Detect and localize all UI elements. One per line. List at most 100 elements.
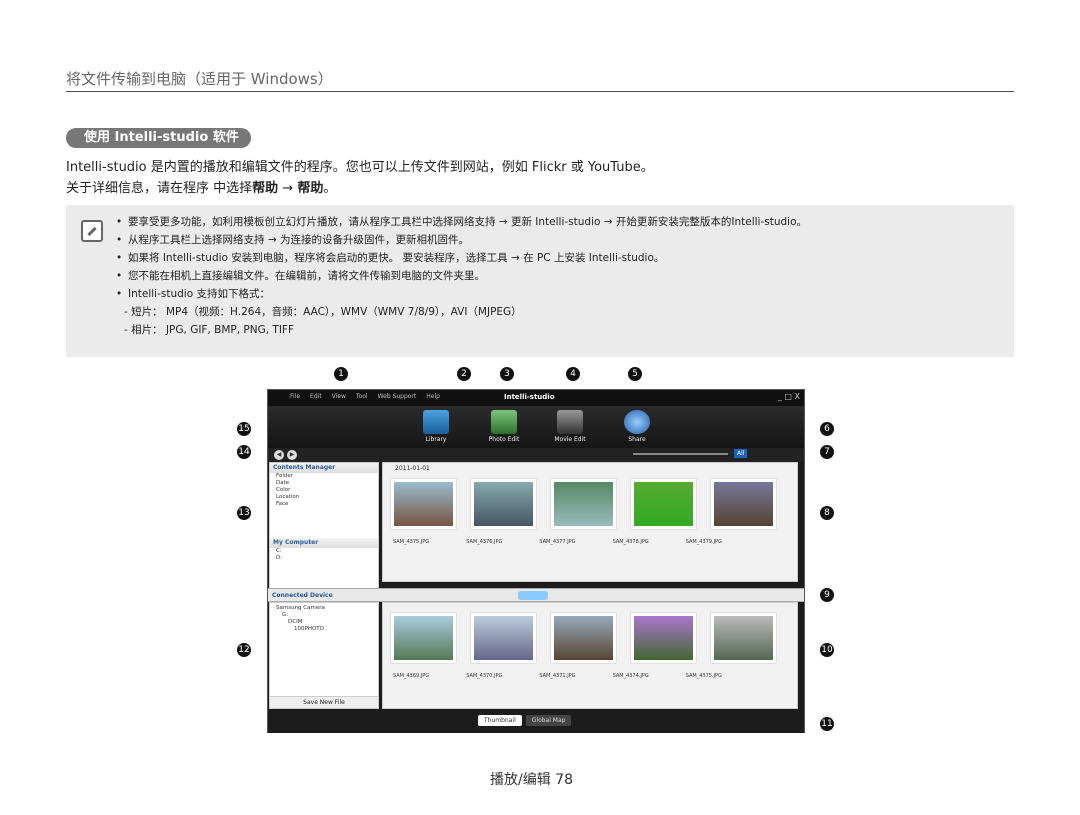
filename: SAM_4376.JPG <box>466 539 503 545</box>
view-tabs: Thumbnail Global Map <box>478 715 572 726</box>
page-footer: 播放/编辑 78 <box>490 772 573 788</box>
window-controls[interactable]: _ □ X <box>778 392 800 401</box>
menu-view[interactable]: View <box>332 393 346 400</box>
thumbnail[interactable] <box>551 479 616 529</box>
device-folder-100photo[interactable]: 100PHOTO <box>276 626 378 633</box>
contents-tree: Folder Date Color Location Face <box>270 473 378 508</box>
photo-edit-icon <box>491 410 517 434</box>
filename: SAM_4374.JPG <box>612 673 649 679</box>
connected-device-title: Connected Device <box>272 592 333 599</box>
note-icon <box>81 220 103 242</box>
callout-9: 9 <box>820 588 834 602</box>
app-brand: Intelli-studio <box>504 393 555 401</box>
tab-thumbnail[interactable]: Thumbnail <box>478 715 522 726</box>
callout-2: 2 <box>457 367 471 381</box>
note-subitem: - 短片： MP4（视频：H.264，音频：AAC），WMV（WMV 7/8/9… <box>124 306 522 318</box>
globe-icon <box>624 410 650 434</box>
movie-edit-icon <box>557 410 583 434</box>
view-all-button[interactable]: All <box>734 449 748 458</box>
my-computer-title: My Computer <box>270 538 378 548</box>
tree-item-folder[interactable]: Folder <box>276 473 378 480</box>
note-item: 如果将 Intelli-studio 安装到电脑，程序将会启动的更快。 要安装程… <box>116 249 807 267</box>
callout-3: 3 <box>500 367 514 381</box>
filename: SAM_4379.JPG <box>685 539 722 545</box>
thumbnail[interactable] <box>711 479 776 529</box>
intro-line-1: Intelli-studio 是内置的播放和编辑文件的程序。您也可以上传文件到网… <box>66 160 654 175</box>
filename-row: SAM_4375.JPG SAM_4376.JPG SAM_4377.JPG S… <box>383 539 797 545</box>
menu-edit[interactable]: Edit <box>310 393 322 400</box>
thumbnail[interactable] <box>631 613 696 663</box>
tree-item-location[interactable]: Location <box>276 494 378 501</box>
intro-line2-suffix: 。 <box>323 181 337 196</box>
thumbnail[interactable] <box>711 613 776 663</box>
callout-6: 6 <box>820 422 834 436</box>
toolbar: Library Photo Edit Movie Edit Share <box>268 406 804 448</box>
zoom-slider[interactable] <box>633 453 728 455</box>
title-bar: File Edit View Tool Web Support Help Int… <box>268 390 804 406</box>
device-drive[interactable]: G: <box>276 612 378 619</box>
menu-tool[interactable]: Tool <box>356 393 368 400</box>
menu-file[interactable]: File <box>290 393 300 400</box>
save-new-file-button[interactable]: Save New File <box>270 696 378 708</box>
note-item: 从程序工具栏上选择网络支持 → 为连接的设备升级固件，更新相机固件。 <box>116 231 807 249</box>
date-group-label: 2011-01-01 <box>395 465 430 472</box>
note-item: Intelli-studio 支持如下格式： <box>116 285 807 303</box>
drive-d[interactable]: D: <box>276 555 378 562</box>
callout-5: 5 <box>628 367 642 381</box>
device-tree: Samsung Camera G: DCIM 100PHOTO <box>270 603 378 633</box>
library-icon <box>423 410 449 434</box>
tab-global-map[interactable]: Global Map <box>525 715 572 726</box>
device-camera[interactable]: Samsung Camera <box>276 605 378 612</box>
device-folder-dcim[interactable]: DCIM <box>276 619 378 626</box>
notes-list: 要享受更多功能，如利用模板创立幻灯片播放，请从程序工具栏中选择网络支持 → 更新… <box>116 213 807 339</box>
tree-item-date[interactable]: Date <box>276 480 378 487</box>
photo-edit-button[interactable]: Photo Edit <box>486 410 522 446</box>
thumbnail-row <box>383 603 797 667</box>
forward-button[interactable]: ▶ <box>287 450 297 460</box>
intro-line2-prefix: 关于详细信息，请在程序 中选择 <box>66 181 253 196</box>
back-button[interactable]: ◀ <box>274 450 284 460</box>
connected-device-bar: Connected Device <box>268 588 804 602</box>
filename: SAM_4377.JPG <box>539 539 576 545</box>
filename: SAM_4375.JPG <box>393 539 430 545</box>
library-button[interactable]: Library <box>418 410 454 446</box>
thumbnail[interactable] <box>471 479 536 529</box>
drive-c[interactable]: C: <box>276 548 378 555</box>
help-item-label: 帮助 <box>297 181 324 196</box>
movie-edit-label: Movie Edit <box>554 436 586 443</box>
filename: SAM_4369.JPG <box>393 673 430 679</box>
callout-1: 1 <box>334 367 348 381</box>
device-view: SAM_4369.JPG SAM_4370.JPG SAM_4371.JPG S… <box>382 602 798 709</box>
drive-tree: C: D: <box>270 548 378 562</box>
filename: SAM_4370.JPG <box>466 673 503 679</box>
page-header: 将文件传输到电脑（适用于 Windows） <box>66 70 333 88</box>
share-button[interactable]: Share <box>619 410 655 446</box>
intro-line-2: 关于详细信息，请在程序 中选择帮助 → 帮助。 <box>66 178 654 199</box>
section-title: 使用 Intelli-studio 软件 <box>66 128 251 148</box>
filename-row: SAM_4369.JPG SAM_4370.JPG SAM_4371.JPG S… <box>383 673 797 679</box>
menu-help[interactable]: Help <box>426 393 440 400</box>
thumbnail[interactable] <box>551 613 616 663</box>
tree-item-color[interactable]: Color <box>276 487 378 494</box>
note-subitem: - 相片： JPG, GIF, BMP, PNG, TIFF <box>124 324 295 336</box>
help-menu-label: 帮助 <box>252 181 279 196</box>
filename: SAM_4375.JPG <box>685 673 722 679</box>
thumbnail[interactable] <box>631 479 696 529</box>
movie-edit-button[interactable]: Movie Edit <box>552 410 588 446</box>
nav-bar: ◀ ▶ All <box>268 448 804 462</box>
tree-item-face[interactable]: Face <box>276 501 378 508</box>
thumbnail[interactable] <box>471 613 536 663</box>
arrow-text: → <box>278 181 298 196</box>
callout-4: 4 <box>566 367 580 381</box>
contents-manager-pane: Contents Manager Folder Date Color Locat… <box>269 462 379 592</box>
bottom-bar: Thumbnail Global Map <box>268 711 804 733</box>
thumbnail[interactable] <box>391 479 456 529</box>
expand-toggle-icon[interactable] <box>518 591 548 600</box>
menu-web-support[interactable]: Web Support <box>378 393 417 400</box>
contents-manager-title: Contents Manager <box>270 463 378 473</box>
intro-text: Intelli-studio 是内置的播放和编辑文件的程序。您也可以上传文件到网… <box>66 157 654 199</box>
library-view: 2011-01-01 SAM_4375.JPG SAM_4376.JPG SAM… <box>382 462 798 582</box>
thumbnail[interactable] <box>391 613 456 663</box>
library-label: Library <box>425 436 447 443</box>
app-screenshot: File Edit View Tool Web Support Help Int… <box>267 389 805 733</box>
